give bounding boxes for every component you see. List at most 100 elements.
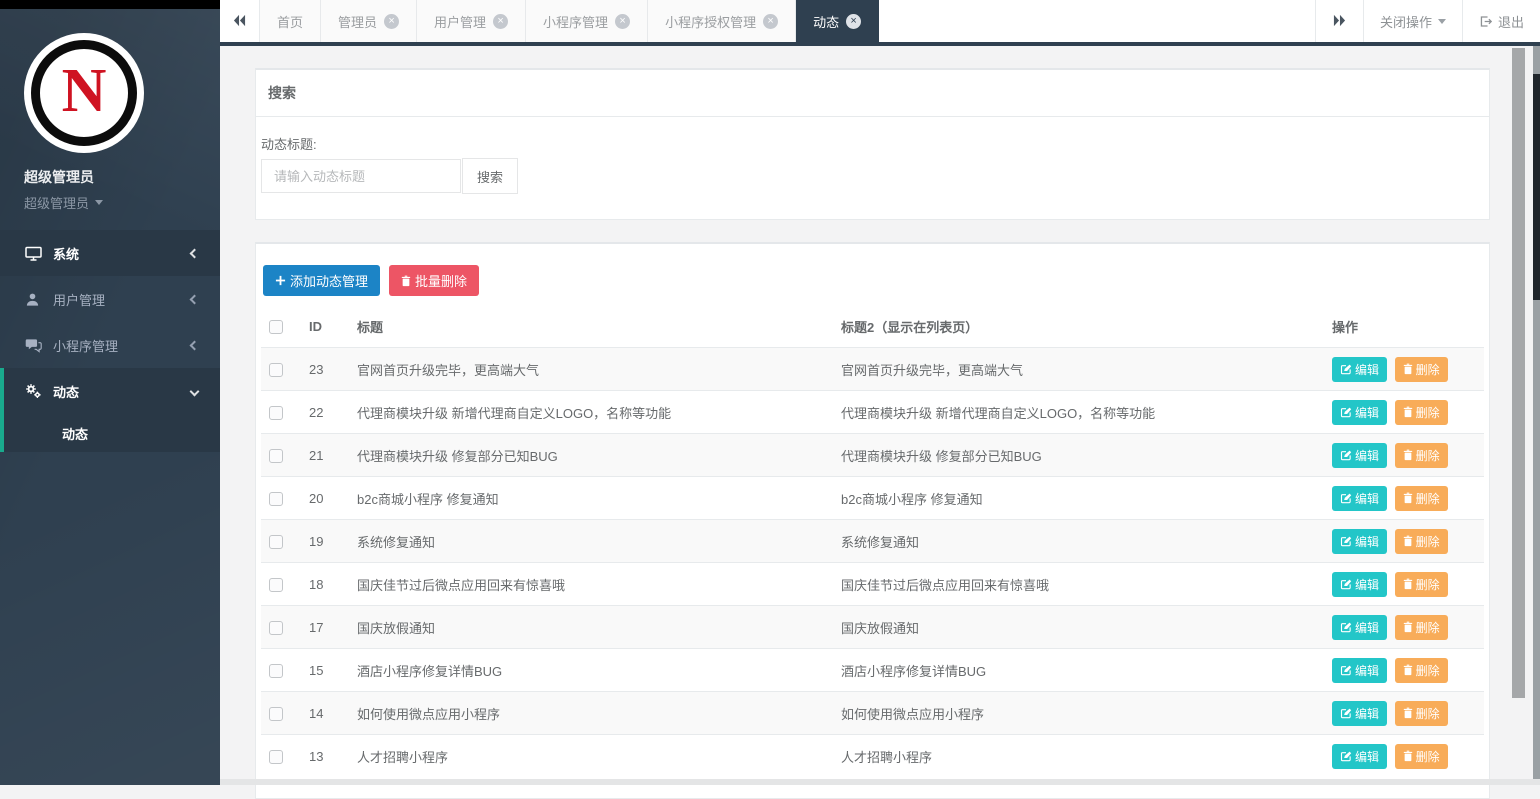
trash-icon <box>1403 535 1413 547</box>
delete-button[interactable]: 删除 <box>1395 400 1448 425</box>
close-operations-dropdown[interactable]: 关闭操作 <box>1363 0 1462 42</box>
collapse-tabs-left-button[interactable] <box>220 0 260 42</box>
row-title: b2c商城小程序 修复通知 <box>349 477 833 520</box>
delete-button[interactable]: 删除 <box>1395 615 1448 640</box>
sidebar-menu-item[interactable]: 动态 <box>0 368 220 414</box>
search-panel: 搜索 动态标题: 搜索 <box>255 68 1490 220</box>
sidebar-item-label: 动态 <box>62 424 88 443</box>
delete-button[interactable]: 删除 <box>1395 658 1448 683</box>
sidebar-menu-item[interactable]: 动态 <box>0 414 220 452</box>
sidebar: N 超级管理员 超级管理员 系统 用户管理 小程序管理 动态 动态 <box>0 0 220 785</box>
row-checkbox[interactable] <box>269 492 283 506</box>
caret-down-icon <box>1438 19 1446 24</box>
row-checkbox[interactable] <box>269 750 283 764</box>
nav-tab[interactable]: 动态 × <box>796 0 879 42</box>
sidebar-menu-item[interactable]: 用户管理 <box>0 276 220 322</box>
plus-icon <box>275 275 286 286</box>
delete-button[interactable]: 删除 <box>1395 572 1448 597</box>
delete-button[interactable]: 删除 <box>1395 486 1448 511</box>
edit-button[interactable]: 编辑 <box>1332 572 1387 597</box>
edit-button[interactable]: 编辑 <box>1332 443 1387 468</box>
table-row: 22 代理商模块升级 新增代理商自定义LOGO，名称等功能 代理商模块升级 新增… <box>261 391 1484 434</box>
delete-button[interactable]: 删除 <box>1395 701 1448 726</box>
row-checkbox[interactable] <box>269 449 283 463</box>
tab-label: 小程序管理 <box>543 12 608 31</box>
edit-icon <box>1340 578 1352 590</box>
row-checkbox[interactable] <box>269 664 283 678</box>
tab-close-icon[interactable]: × <box>846 14 861 29</box>
gears-icon <box>25 383 42 399</box>
edit-icon <box>1340 363 1352 375</box>
tab-close-icon[interactable]: × <box>493 14 508 29</box>
sidebar-menu-item[interactable]: 小程序管理 <box>0 322 220 368</box>
row-checkbox[interactable] <box>269 406 283 420</box>
sidebar-menu-item[interactable]: 系统 <box>0 230 220 276</box>
tab-label: 动态 <box>813 12 839 31</box>
delete-button[interactable]: 删除 <box>1395 357 1448 382</box>
horizontal-scrollbar-track[interactable] <box>220 779 1540 785</box>
row-title2: 人才招聘小程序 <box>833 735 1324 778</box>
edit-button[interactable]: 编辑 <box>1332 486 1387 511</box>
edit-button[interactable]: 编辑 <box>1332 744 1387 769</box>
nav-tab[interactable]: 管理员 × <box>321 0 417 42</box>
chevron-left-icon <box>190 248 200 258</box>
row-checkbox[interactable] <box>269 363 283 377</box>
profile-role-dropdown[interactable]: 超级管理员 <box>24 193 196 212</box>
tab-label: 用户管理 <box>434 12 486 31</box>
content-scrollbar-track[interactable] <box>1510 46 1527 779</box>
column-header-id: ID <box>301 306 349 348</box>
edit-button[interactable]: 编辑 <box>1332 400 1387 425</box>
records-table: ID 标题 标题2（显示在列表页） 操作 23 官网首页升级完毕，更高端大气 官… <box>261 306 1484 778</box>
edit-button[interactable]: 编辑 <box>1332 701 1387 726</box>
add-record-button[interactable]: 添加动态管理 <box>263 265 380 296</box>
table-row: 20 b2c商城小程序 修复通知 b2c商城小程序 修复通知 编辑 删除 <box>261 477 1484 520</box>
nav-tab[interactable]: 首页 <box>260 0 321 42</box>
profile-section: N 超级管理员 超级管理员 <box>0 9 220 212</box>
row-checkbox[interactable] <box>269 578 283 592</box>
tab-close-icon[interactable]: × <box>763 14 778 29</box>
sidebar-item-label: 用户管理 <box>53 290 105 309</box>
tab-close-icon[interactable]: × <box>384 14 399 29</box>
delete-button[interactable]: 删除 <box>1395 529 1448 554</box>
chevron-left-icon <box>190 340 200 350</box>
profile-name: 超级管理员 <box>24 167 196 187</box>
logo-ring: N <box>31 40 137 146</box>
logout-button[interactable]: 退出 <box>1462 0 1540 42</box>
search-input[interactable] <box>261 159 461 193</box>
edit-button[interactable]: 编辑 <box>1332 357 1387 382</box>
content-scrollbar-thumb[interactable] <box>1512 48 1525 698</box>
delete-button[interactable]: 删除 <box>1395 744 1448 769</box>
row-checkbox[interactable] <box>269 535 283 549</box>
select-all-checkbox[interactable] <box>269 320 283 334</box>
edit-button[interactable]: 编辑 <box>1332 658 1387 683</box>
nav-tab[interactable]: 用户管理 × <box>417 0 526 42</box>
row-title: 代理商模块升级 新增代理商自定义LOGO，名称等功能 <box>349 391 833 434</box>
nav-tab[interactable]: 小程序管理 × <box>526 0 648 42</box>
tab-close-icon[interactable]: × <box>615 14 630 29</box>
table-row: 23 官网首页升级完毕，更高端大气 官网首页升级完毕，更高端大气 编辑 删除 <box>261 348 1484 391</box>
edit-icon <box>1340 621 1352 633</box>
row-title: 代理商模块升级 修复部分已知BUG <box>349 434 833 477</box>
search-field-label: 动态标题: <box>261 134 1484 153</box>
sidebar-item-label: 小程序管理 <box>53 336 118 355</box>
delete-button[interactable]: 删除 <box>1395 443 1448 468</box>
table-toolbar: 添加动态管理 批量删除 <box>261 265 1484 296</box>
row-title: 国庆放假通知 <box>349 606 833 649</box>
nav-tab[interactable]: 小程序授权管理 × <box>648 0 796 42</box>
window-scrollbar-track[interactable] <box>1533 46 1540 779</box>
edit-button[interactable]: 编辑 <box>1332 529 1387 554</box>
row-title: 系统修复通知 <box>349 520 833 563</box>
edit-button[interactable]: 编辑 <box>1332 615 1387 640</box>
search-button[interactable]: 搜索 <box>462 158 518 194</box>
scroll-tabs-right-button[interactable] <box>1315 0 1363 42</box>
trash-icon <box>1403 664 1413 676</box>
row-checkbox[interactable] <box>269 707 283 721</box>
batch-delete-button[interactable]: 批量删除 <box>389 265 479 296</box>
tab-label: 首页 <box>277 12 303 31</box>
row-checkbox[interactable] <box>269 621 283 635</box>
sidebar-menu: 系统 用户管理 小程序管理 动态 动态 <box>0 230 220 452</box>
window-scrollbar-thumb[interactable] <box>1533 74 1540 300</box>
edit-icon <box>1340 492 1352 504</box>
column-header-title: 标题 <box>349 306 833 348</box>
row-title2: 代理商模块升级 新增代理商自定义LOGO，名称等功能 <box>833 391 1324 434</box>
